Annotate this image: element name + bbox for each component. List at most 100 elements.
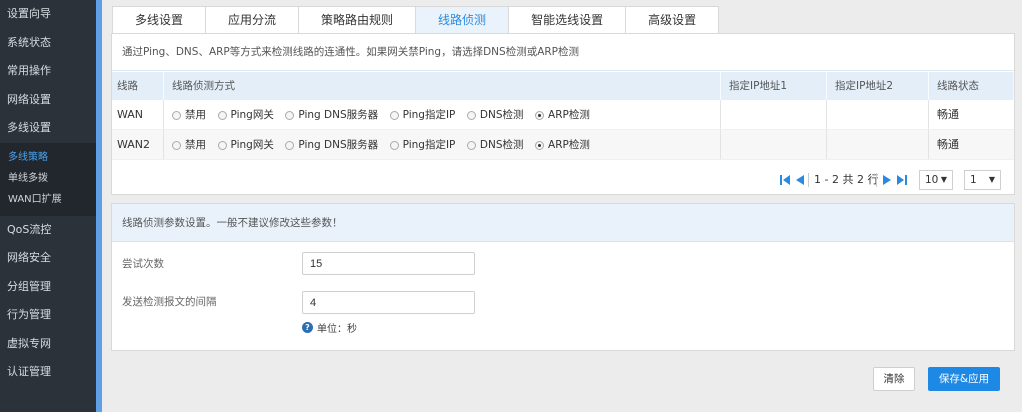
radio-ping-gateway[interactable]: Ping网关 (217, 100, 274, 130)
sidebar: 设置向导 系统状态 常用操作 网络设置 多线设置 多线策略 单线多拨 WAN口扩… (0, 0, 96, 412)
radio-ping-specified-ip[interactable]: Ping指定IP (389, 100, 456, 130)
row-status: 畅通 (937, 108, 959, 121)
radio-label: Ping指定IP (402, 109, 456, 121)
sidebar-item-system-status[interactable]: 系统状态 (0, 29, 96, 58)
radio-dot (217, 110, 227, 120)
header-line: 线路 (112, 72, 164, 100)
header-ip1: 指定IP地址1 (721, 72, 827, 100)
page-number-value: 1 (970, 174, 977, 186)
radio-dns-check[interactable]: DNS检测 (466, 130, 524, 160)
radio-ping-dns[interactable]: Ping DNS服务器 (285, 130, 378, 160)
tab-bar: 多线设置 应用分流 策略路由规则 线路侦测 智能选线设置 高级设置 (112, 6, 720, 34)
interval-label: 发送检测报文的间隔 (122, 296, 217, 308)
radio-ping-gateway[interactable]: Ping网关 (217, 130, 274, 160)
last-page-icon[interactable] (897, 174, 907, 186)
sidebar-subitem-multiline-policy[interactable]: 多线策略 (0, 147, 96, 168)
row-ip1 (721, 130, 827, 159)
sidebar-item-network-settings[interactable]: 网络设置 (0, 86, 96, 115)
sidebar-item-common-ops[interactable]: 常用操作 (0, 57, 96, 86)
radio-dns-check[interactable]: DNS检测 (466, 100, 524, 130)
pagination: 1 - 2 共 2 行 10 ▼ 1 ▼ (112, 168, 1014, 192)
tab-line-detection[interactable]: 线路侦测 (415, 6, 509, 34)
radio-dot-selected (535, 110, 545, 120)
pager-info: 1 - 2 共 2 行 (814, 173, 879, 186)
sidebar-subitem-single-line-multidial[interactable]: 单线多拨 (0, 168, 96, 189)
radio-label: DNS检测 (479, 109, 524, 121)
radio-dot (172, 110, 181, 120)
radio-label: Ping指定IP (402, 139, 456, 151)
radio-dot (389, 110, 399, 120)
page-size-select[interactable]: 10 ▼ (919, 170, 953, 190)
radio-dot (466, 110, 476, 120)
header-ip2: 指定IP地址2 (827, 72, 929, 100)
table-row: WAN2 禁用 Ping网关 Ping DNS服务器 Ping指定IP DNS检… (112, 130, 1014, 160)
radio-label: ARP检测 (548, 109, 590, 121)
radio-arp-check[interactable]: ARP检测 (535, 100, 590, 130)
header-detection-method: 线路侦测方式 (164, 72, 721, 100)
radio-arp-check[interactable]: ARP检测 (535, 130, 590, 160)
radio-label: 禁用 (185, 139, 206, 151)
row-status: 畅通 (937, 138, 959, 151)
tab-app-split[interactable]: 应用分流 (205, 6, 299, 34)
chevron-down-icon: ▼ (988, 175, 995, 184)
sidebar-item-setup-wizard[interactable]: 设置向导 (0, 0, 96, 29)
row-ip2 (827, 100, 929, 129)
retry-count-label: 尝试次数 (122, 258, 164, 270)
retry-count-input[interactable] (302, 252, 475, 275)
sidebar-item-behavior-management[interactable]: 行为管理 (0, 301, 96, 330)
sidebar-item-qos[interactable]: QoS流控 (0, 216, 96, 245)
save-apply-button[interactable]: 保存&应用 (928, 367, 1000, 391)
header-line-status: 线路状态 (929, 72, 1014, 100)
row-detection-methods: 禁用 Ping网关 Ping DNS服务器 Ping指定IP DNS检测 ARP… (164, 130, 721, 159)
sidebar-item-multiline-settings[interactable]: 多线设置 (0, 114, 96, 143)
tab-policy-routing[interactable]: 策略路由规则 (298, 6, 416, 34)
line-detection-panel: 通过Ping、DNS、ARP等方式来检测线路的连通性。如果网关禁Ping，请选择… (111, 33, 1015, 195)
footer-bar: 清除 保存&应用 (102, 351, 1022, 412)
pager-divider (808, 173, 809, 187)
tab-smart-line-selection[interactable]: 智能选线设置 (508, 6, 626, 34)
radio-dot-selected (535, 140, 545, 150)
row-ip1 (721, 100, 827, 129)
table-row: WAN 禁用 Ping网关 Ping DNS服务器 Ping指定IP DNS检测… (112, 100, 1014, 130)
radio-dot (466, 140, 476, 150)
sidebar-submenu: 多线策略 单线多拨 WAN口扩展 (0, 142, 96, 216)
sidebar-item-group-management[interactable]: 分组管理 (0, 273, 96, 302)
radio-label: DNS检测 (479, 139, 524, 151)
next-page-icon[interactable] (882, 174, 892, 186)
unit-hint: ? 单位：秒 (302, 320, 357, 335)
params-notice: 线路侦测参数设置。一般不建议修改这些参数！ (112, 204, 1014, 242)
radio-dot (389, 140, 399, 150)
sidebar-item-vpn[interactable]: 虚拟专网 (0, 330, 96, 359)
clear-button[interactable]: 清除 (873, 367, 915, 391)
radio-dot (285, 110, 295, 120)
row-line-name: WAN (112, 100, 164, 129)
sidebar-item-network-security[interactable]: 网络安全 (0, 244, 96, 273)
detection-table: 线路 线路侦测方式 指定IP地址1 指定IP地址2 线路状态 WAN 禁用 Pi… (112, 72, 1014, 160)
prev-page-icon[interactable] (795, 174, 805, 186)
row-detection-methods: 禁用 Ping网关 Ping DNS服务器 Ping指定IP DNS检测 ARP… (164, 100, 721, 129)
first-page-icon[interactable] (780, 174, 790, 186)
radio-ping-dns[interactable]: Ping DNS服务器 (285, 100, 378, 130)
row-ip2 (827, 130, 929, 159)
page-size-value: 10 (925, 174, 939, 186)
radio-dot (172, 140, 181, 150)
interval-input[interactable] (302, 291, 475, 314)
radio-disable[interactable]: 禁用 (172, 130, 206, 160)
tab-multiline-settings[interactable]: 多线设置 (112, 6, 206, 34)
pager-divider (876, 173, 877, 187)
radio-disable[interactable]: 禁用 (172, 100, 206, 130)
unit-text: 单位：秒 (317, 324, 357, 335)
page-number-select[interactable]: 1 ▼ (964, 170, 1001, 190)
radio-dot (285, 140, 295, 150)
radio-dot (217, 140, 227, 150)
detection-params-panel: 线路侦测参数设置。一般不建议修改这些参数！ 尝试次数 发送检测报文的间隔 ? 单… (111, 203, 1015, 351)
radio-label: Ping DNS服务器 (298, 109, 379, 121)
table-header: 线路 线路侦测方式 指定IP地址1 指定IP地址2 线路状态 (112, 72, 1014, 100)
tab-advanced-settings[interactable]: 高级设置 (625, 6, 720, 34)
sidebar-subitem-wan-expansion[interactable]: WAN口扩展 (0, 189, 96, 210)
sidebar-item-auth-management[interactable]: 认证管理 (0, 358, 96, 387)
radio-label: Ping DNS服务器 (298, 139, 379, 151)
row-line-name: WAN2 (112, 130, 164, 159)
radio-ping-specified-ip[interactable]: Ping指定IP (389, 130, 456, 160)
radio-label: Ping网关 (230, 139, 274, 151)
